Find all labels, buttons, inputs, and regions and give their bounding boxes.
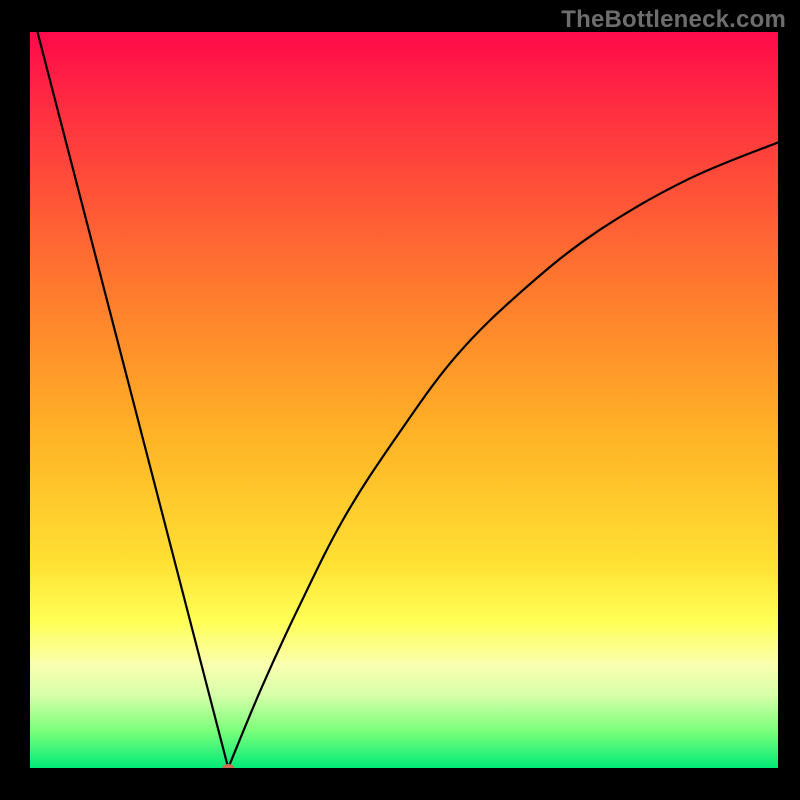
bottleneck-chart	[0, 0, 800, 800]
chart-gradient-bg	[30, 32, 778, 768]
chart-container: TheBottleneck.com	[0, 0, 800, 800]
